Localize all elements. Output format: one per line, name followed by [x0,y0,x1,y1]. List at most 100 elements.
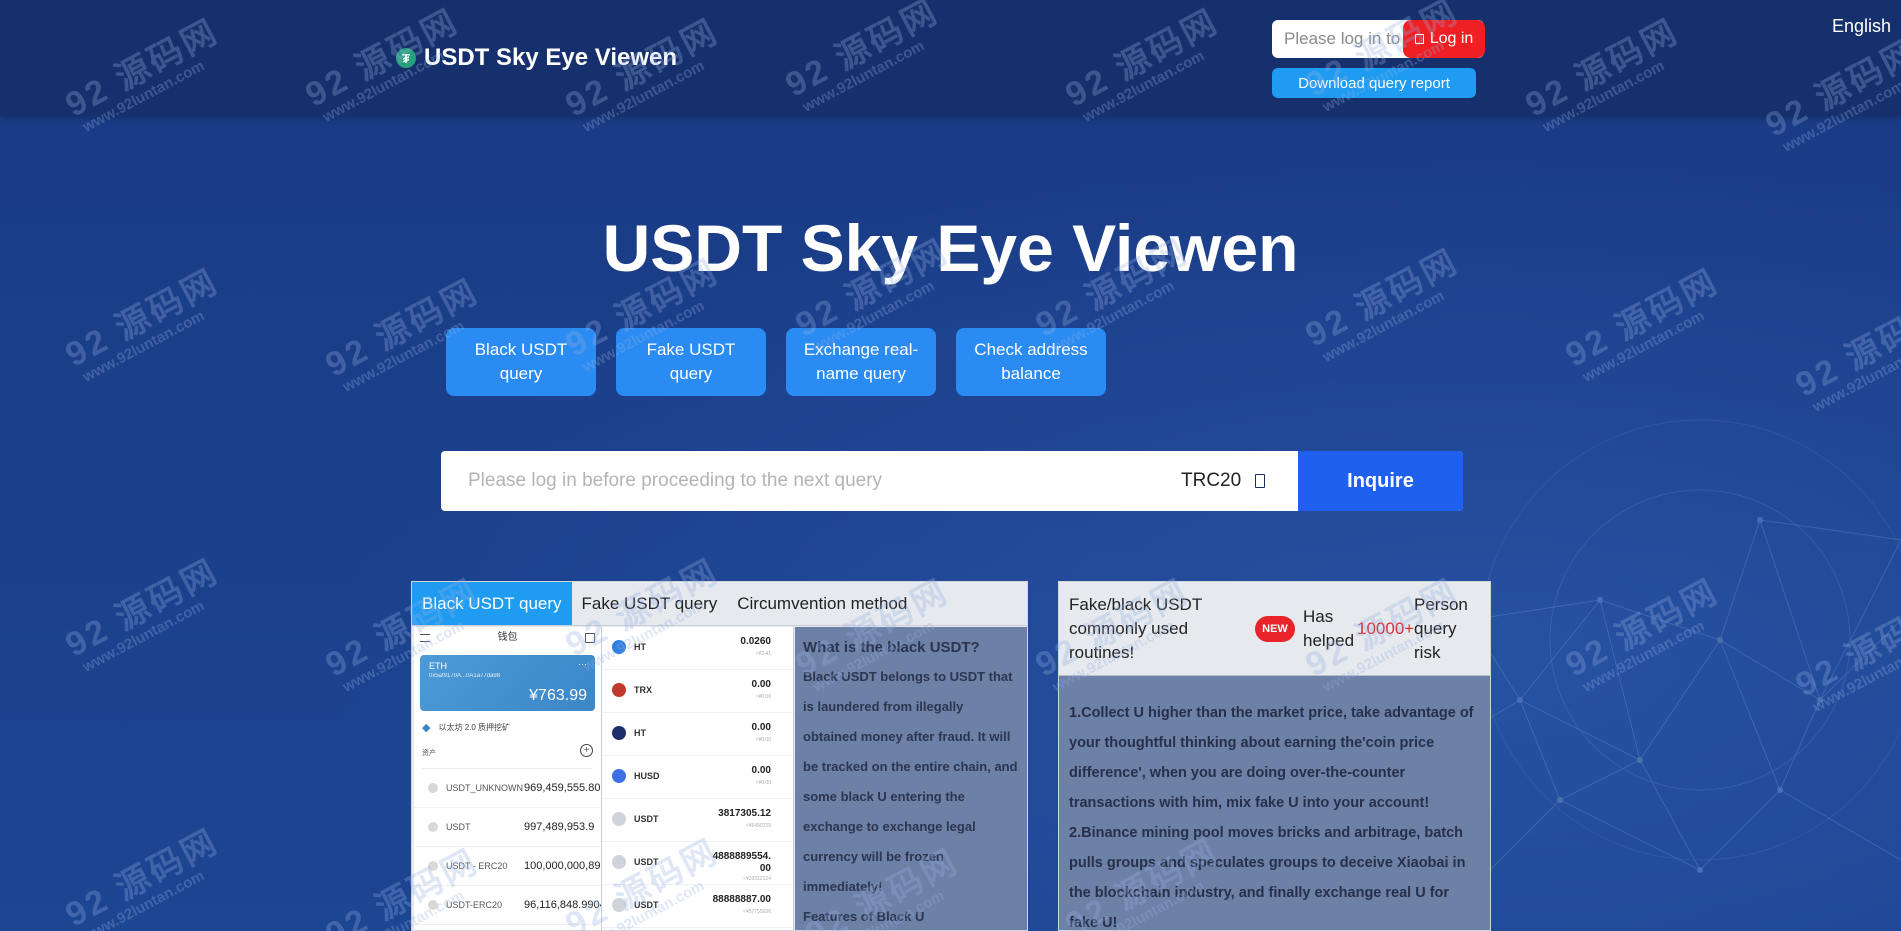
tab-circumvention-method[interactable]: Circumvention method [727,582,917,625]
coin-amount: 4888889554. 00 [712,851,771,874]
coin-fiat-value: ≈¥3.41 [755,651,771,657]
coin-icon [612,769,626,783]
coin-fiat-value: ≈¥0.00 [755,694,771,700]
wallet-header-title: 钱包 [497,632,518,643]
hero-title: USDT Sky Eye Viewen [602,211,1299,285]
eth-card-balance: ¥763.99 [529,687,587,704]
ethereum-icon: ◆ [422,722,431,734]
black-usdt-info: What is the black USDT? Black USDT belon… [795,627,1027,930]
coin-icon [428,822,438,832]
coin-amount: 88888887.00 [712,894,771,905]
copy-icon [1255,474,1266,488]
tab-black-usdt-query[interactable]: Black USDT query [412,582,572,625]
asset-value: 969,459,555.80 [524,782,601,794]
asset-value: 96,116,848.9904 [524,899,602,911]
add-asset-icon: + [580,744,593,757]
coin-amount: 0.00 [751,722,771,733]
coin-fiat-value: ≈¥0.00 [755,737,771,743]
wallet-header: 钱包 [414,627,601,649]
asset-name: USDT_UNKNOWN [446,783,524,793]
query-examples-panel: Black USDT query Fake USDT query Circumv… [411,581,1028,931]
coin-name: USDT [634,857,659,867]
coin-icon [612,683,626,697]
mining-row: ◆ 以太坊 2.0 质押挖矿 [422,721,601,734]
asset-name: USDT-ERC20 [446,900,503,910]
coin-icon [612,726,626,740]
tab-fake-usdt-query[interactable]: Fake USDT query [572,582,728,625]
routines-header: Fake/black USDT commonly used routines! … [1059,582,1490,676]
panel-tabs: Black USDT query Fake USDT query Circumv… [412,582,1027,626]
coin-name: TRX [634,685,652,695]
eth-card-address: 0x5af9170A...0A1a77da98 [429,673,501,679]
coin-fiat-value: ≈¥0.00 [755,780,771,786]
coin-icon [612,812,626,826]
coin-name: USDT [634,900,659,910]
coin-amount: 0.00 [751,679,771,690]
black-usdt-query-button[interactable]: Black USDT query [446,328,596,396]
asset-name: USDT - ERC20 [446,861,508,871]
asset-row: USDT 997,489,953.9 [414,808,601,847]
asset-value: 100,000,000,89 [524,860,601,872]
coin-name: HUSD [634,771,660,781]
info-body: Black USDT belongs to USDT that is laund… [803,669,1018,894]
wallet-screenshot: 钱包 ETH 0x5af9170A...0A1a77da98 ··· ¥763.… [414,627,602,930]
coin-name: HT [634,642,646,652]
new-badge: NEW [1255,616,1295,642]
coin-row: HT 0.0260 ≈¥3.41 [602,627,793,670]
coin-fiat-value: ≈¥57755936 [743,909,771,915]
helped-label: Has helped [1303,607,1355,650]
routines-body: 1.Collect U higher than the market price… [1059,676,1490,931]
language-switch[interactable]: English [1832,16,1891,37]
coin-icon [612,855,626,869]
scan-icon [585,633,595,643]
exchange-real-name-query-button[interactable]: Exchange real-name query [786,328,936,396]
asset-value: 997,489,953.9 [524,821,595,833]
coin-icon [612,640,626,654]
asset-row: USDT - ERC20 100,000,000,89 [414,847,601,886]
download-report-button[interactable]: Download query report [1272,68,1476,98]
check-address-balance-button[interactable]: Check address balance [956,328,1106,396]
more-icon: ··· [578,659,587,669]
coin-name: HT [634,728,646,738]
coin-list-screenshot: HT 0.0260 ≈¥3.41 TRX 0.00 ≈¥0.00 HT 0.00 ≈¥0.00 H… [602,627,794,930]
asset-name: USDT [446,822,471,832]
tether-icon: ₮ [396,48,416,68]
coin-row: HT 0.00 ≈¥0.00 [602,713,793,756]
search-bar: TRC20 Inquire [441,451,1463,511]
mining-label: 以太坊 2.0 质押挖矿 [438,723,511,732]
brand-logo[interactable]: ₮ USDT Sky Eye Viewen [396,44,677,72]
coin-row: USDT 88888887.00 ≈¥57755936 [602,885,793,928]
coin-row: HUSD 0.00 ≈¥0.00 [602,756,793,799]
routine-item: 2.Binance mining pool moves bricks and a… [1069,825,1466,931]
chain-select-value: TRC20 [1181,470,1242,491]
coin-icon [428,900,438,910]
login-button-label: Log in [1429,30,1474,47]
asset-row: USDT_UNKNOWN 969,459,555.80 [414,769,601,808]
brand-name: USDT Sky Eye Viewen [424,44,678,71]
address-search-input[interactable] [441,451,1141,511]
routines-title: Fake/black USDT commonly used routines! [1069,595,1202,662]
coin-amount: 0.00 [751,765,771,776]
inquire-button[interactable]: Inquire [1298,451,1463,511]
login-button[interactable]: Log in [1403,20,1485,58]
coin-fiat-value: ≈¥33312124 [743,876,771,882]
chain-select[interactable]: TRC20 [1181,451,1266,511]
lock-icon [1414,34,1424,44]
coin-icon [428,783,438,793]
fake-usdt-query-button[interactable]: Fake USDT query [616,328,766,396]
query-type-buttons: Black USDT query Fake USDT query Exchang… [446,328,1106,396]
assets-label: 资产 [422,750,436,757]
top-header: ₮ USDT Sky Eye Viewen Log in Download qu… [0,0,1901,116]
coin-row: USDT 3817305.12 ≈¥6490729 [602,799,793,842]
coin-row: TRX 0.00 ≈¥0.00 [602,670,793,713]
info-title: What is the black USDT? [803,639,980,656]
person-query-risk-label: Person query risk [1414,595,1468,662]
asset-row: USDT-ERC20 96,116,848.9904 [414,886,601,925]
menu-icon [420,634,430,642]
coin-amount: 0.0260 [740,636,771,647]
coin-fiat-value: ≈¥6490729 [746,823,771,829]
eth-card-name: ETH [429,661,447,671]
login-input[interactable] [1272,20,1422,58]
coin-row: USDT 4888889554. 00 ≈¥33312124 [602,842,793,885]
eth-card: ETH 0x5af9170A...0A1a77da98 ··· ¥763.99 [420,655,595,711]
